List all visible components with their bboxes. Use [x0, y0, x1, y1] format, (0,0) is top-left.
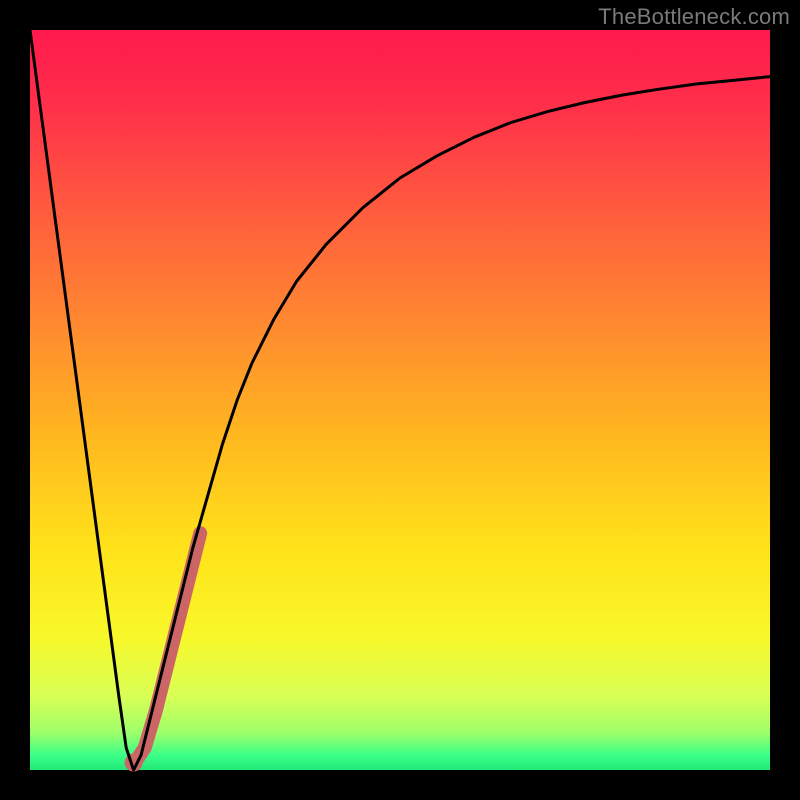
watermark-text: TheBottleneck.com: [598, 4, 790, 30]
bottleneck-curve: [30, 30, 770, 770]
chart-frame: TheBottleneck.com: [0, 0, 800, 800]
plot-area: [30, 30, 770, 770]
chart-svg: [30, 30, 770, 770]
